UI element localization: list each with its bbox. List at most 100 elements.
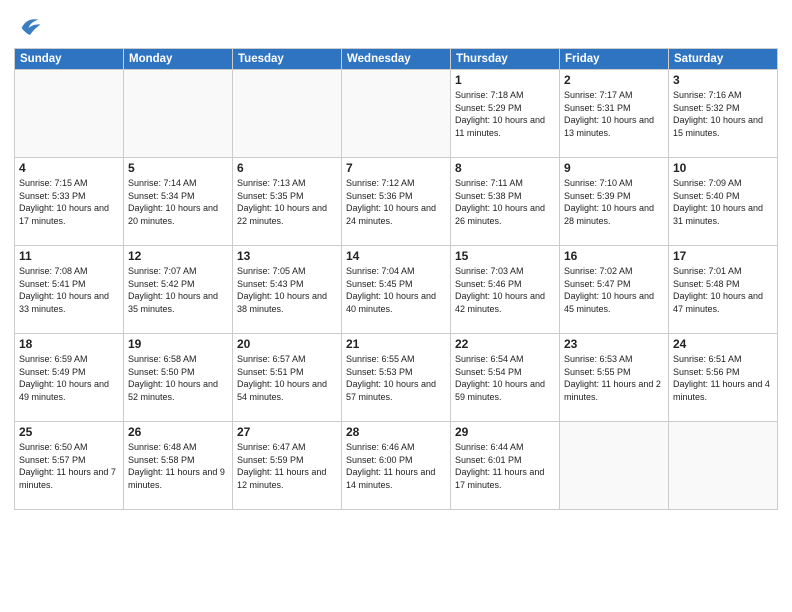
day-info: Sunrise: 6:57 AMSunset: 5:51 PMDaylight:… [237,353,337,403]
calendar-table: SundayMondayTuesdayWednesdayThursdayFrid… [14,48,778,510]
day-info: Sunrise: 7:02 AMSunset: 5:47 PMDaylight:… [564,265,664,315]
day-number: 25 [19,425,119,439]
day-info: Sunrise: 7:16 AMSunset: 5:32 PMDaylight:… [673,89,773,139]
calendar-day-cell: 2 Sunrise: 7:17 AMSunset: 5:31 PMDaylight… [560,70,669,158]
day-info: Sunrise: 7:18 AMSunset: 5:29 PMDaylight:… [455,89,555,139]
calendar-day-cell: 17 Sunrise: 7:01 AMSunset: 5:48 PMDayligh… [669,246,778,334]
day-info: Sunrise: 7:03 AMSunset: 5:46 PMDaylight:… [455,265,555,315]
calendar-day-cell: 6 Sunrise: 7:13 AMSunset: 5:35 PMDaylight… [233,158,342,246]
calendar-day-cell: 19 Sunrise: 6:58 AMSunset: 5:50 PMDayligh… [124,334,233,422]
weekday-header: Thursday [451,49,560,70]
day-number: 9 [564,161,664,175]
day-info: Sunrise: 6:47 AMSunset: 5:59 PMDaylight:… [237,441,337,491]
day-info: Sunrise: 7:12 AMSunset: 5:36 PMDaylight:… [346,177,446,227]
calendar-day-cell: 25 Sunrise: 6:50 AMSunset: 5:57 PMDayligh… [15,422,124,510]
calendar-day-cell: 11Sunrise: 7:08 AMSunset: 5:41 PMDayligh… [15,246,124,334]
day-info: Sunrise: 6:48 AMSunset: 5:58 PMDaylight:… [128,441,228,491]
day-info: Sunrise: 7:13 AMSunset: 5:35 PMDaylight:… [237,177,337,227]
day-number: 17 [673,249,773,263]
day-number: 12 [128,249,228,263]
day-number: 8 [455,161,555,175]
calendar-week-row: 1 Sunrise: 7:18 AMSunset: 5:29 PMDaylight… [15,70,778,158]
day-info: Sunrise: 7:04 AMSunset: 5:45 PMDaylight:… [346,265,446,315]
weekday-header: Monday [124,49,233,70]
calendar-day-cell: 15 Sunrise: 7:03 AMSunset: 5:46 PMDayligh… [451,246,560,334]
calendar-day-cell: 10 Sunrise: 7:09 AMSunset: 5:40 PMDayligh… [669,158,778,246]
calendar-week-row: 18 Sunrise: 6:59 AMSunset: 5:49 PMDayligh… [15,334,778,422]
calendar-day-cell [342,70,451,158]
calendar-day-cell: 9 Sunrise: 7:10 AMSunset: 5:39 PMDaylight… [560,158,669,246]
calendar-day-cell: 14 Sunrise: 7:04 AMSunset: 5:45 PMDayligh… [342,246,451,334]
calendar-day-cell: 5Sunrise: 7:14 AMSunset: 5:34 PMDaylight… [124,158,233,246]
calendar-day-cell: 3 Sunrise: 7:16 AMSunset: 5:32 PMDaylight… [669,70,778,158]
page-container: SundayMondayTuesdayWednesdayThursdayFrid… [0,0,792,518]
day-info: Sunrise: 7:10 AMSunset: 5:39 PMDaylight:… [564,177,664,227]
day-number: 21 [346,337,446,351]
calendar-day-cell: 8 Sunrise: 7:11 AMSunset: 5:38 PMDaylight… [451,158,560,246]
logo [14,14,44,42]
day-info: Sunrise: 6:59 AMSunset: 5:49 PMDaylight:… [19,353,119,403]
calendar-day-cell [15,70,124,158]
day-info: Sunrise: 6:50 AMSunset: 5:57 PMDaylight:… [19,441,119,491]
calendar-week-row: 4 Sunrise: 7:15 AMSunset: 5:33 PMDaylight… [15,158,778,246]
calendar-day-cell: 21 Sunrise: 6:55 AMSunset: 5:53 PMDayligh… [342,334,451,422]
day-number: 22 [455,337,555,351]
calendar-day-cell: 26Sunrise: 6:48 AMSunset: 5:58 PMDayligh… [124,422,233,510]
calendar-day-cell [233,70,342,158]
weekday-header: Saturday [669,49,778,70]
day-number: 7 [346,161,446,175]
weekday-header: Wednesday [342,49,451,70]
calendar-day-cell: 28 Sunrise: 6:46 AMSunset: 6:00 PMDayligh… [342,422,451,510]
day-info: Sunrise: 6:53 AMSunset: 5:55 PMDaylight:… [564,353,664,403]
day-number: 18 [19,337,119,351]
day-info: Sunrise: 7:15 AMSunset: 5:33 PMDaylight:… [19,177,119,227]
day-number: 29 [455,425,555,439]
day-number: 3 [673,73,773,87]
day-number: 1 [455,73,555,87]
day-number: 15 [455,249,555,263]
day-number: 19 [128,337,228,351]
calendar-day-cell: 12 Sunrise: 7:07 AMSunset: 5:42 PMDayligh… [124,246,233,334]
weekday-header: Sunday [15,49,124,70]
calendar-day-cell: 24Sunrise: 6:51 AMSunset: 5:56 PMDayligh… [669,334,778,422]
day-number: 24 [673,337,773,351]
calendar-day-cell: 7 Sunrise: 7:12 AMSunset: 5:36 PMDaylight… [342,158,451,246]
calendar-day-cell: 13 Sunrise: 7:05 AMSunset: 5:43 PMDayligh… [233,246,342,334]
calendar-day-cell: 27 Sunrise: 6:47 AMSunset: 5:59 PMDayligh… [233,422,342,510]
day-info: Sunrise: 7:17 AMSunset: 5:31 PMDaylight:… [564,89,664,139]
calendar-day-cell: 18 Sunrise: 6:59 AMSunset: 5:49 PMDayligh… [15,334,124,422]
calendar-day-cell: 29 Sunrise: 6:44 AMSunset: 6:01 PMDayligh… [451,422,560,510]
day-number: 28 [346,425,446,439]
calendar-day-cell [124,70,233,158]
calendar-day-cell: 1 Sunrise: 7:18 AMSunset: 5:29 PMDaylight… [451,70,560,158]
weekday-header: Friday [560,49,669,70]
day-info: Sunrise: 7:01 AMSunset: 5:48 PMDaylight:… [673,265,773,315]
logo-bird-icon [16,14,44,42]
day-number: 13 [237,249,337,263]
calendar-day-cell [560,422,669,510]
calendar-day-cell [669,422,778,510]
day-info: Sunrise: 6:58 AMSunset: 5:50 PMDaylight:… [128,353,228,403]
day-number: 6 [237,161,337,175]
calendar-day-cell: 22 Sunrise: 6:54 AMSunset: 5:54 PMDayligh… [451,334,560,422]
calendar-week-row: 25 Sunrise: 6:50 AMSunset: 5:57 PMDayligh… [15,422,778,510]
day-info: Sunrise: 7:09 AMSunset: 5:40 PMDaylight:… [673,177,773,227]
day-number: 14 [346,249,446,263]
day-info: Sunrise: 6:46 AMSunset: 6:00 PMDaylight:… [346,441,446,491]
day-info: Sunrise: 7:11 AMSunset: 5:38 PMDaylight:… [455,177,555,227]
day-info: Sunrise: 6:44 AMSunset: 6:01 PMDaylight:… [455,441,555,491]
day-number: 27 [237,425,337,439]
day-number: 4 [19,161,119,175]
day-info: Sunrise: 7:05 AMSunset: 5:43 PMDaylight:… [237,265,337,315]
day-number: 2 [564,73,664,87]
day-number: 16 [564,249,664,263]
day-number: 11 [19,249,119,263]
day-info: Sunrise: 6:54 AMSunset: 5:54 PMDaylight:… [455,353,555,403]
calendar-day-cell: 4 Sunrise: 7:15 AMSunset: 5:33 PMDaylight… [15,158,124,246]
calendar-day-cell: 16 Sunrise: 7:02 AMSunset: 5:47 PMDayligh… [560,246,669,334]
day-info: Sunrise: 6:55 AMSunset: 5:53 PMDaylight:… [346,353,446,403]
day-info: Sunrise: 7:07 AMSunset: 5:42 PMDaylight:… [128,265,228,315]
day-number: 10 [673,161,773,175]
day-info: Sunrise: 7:14 AMSunset: 5:34 PMDaylight:… [128,177,228,227]
day-number: 20 [237,337,337,351]
